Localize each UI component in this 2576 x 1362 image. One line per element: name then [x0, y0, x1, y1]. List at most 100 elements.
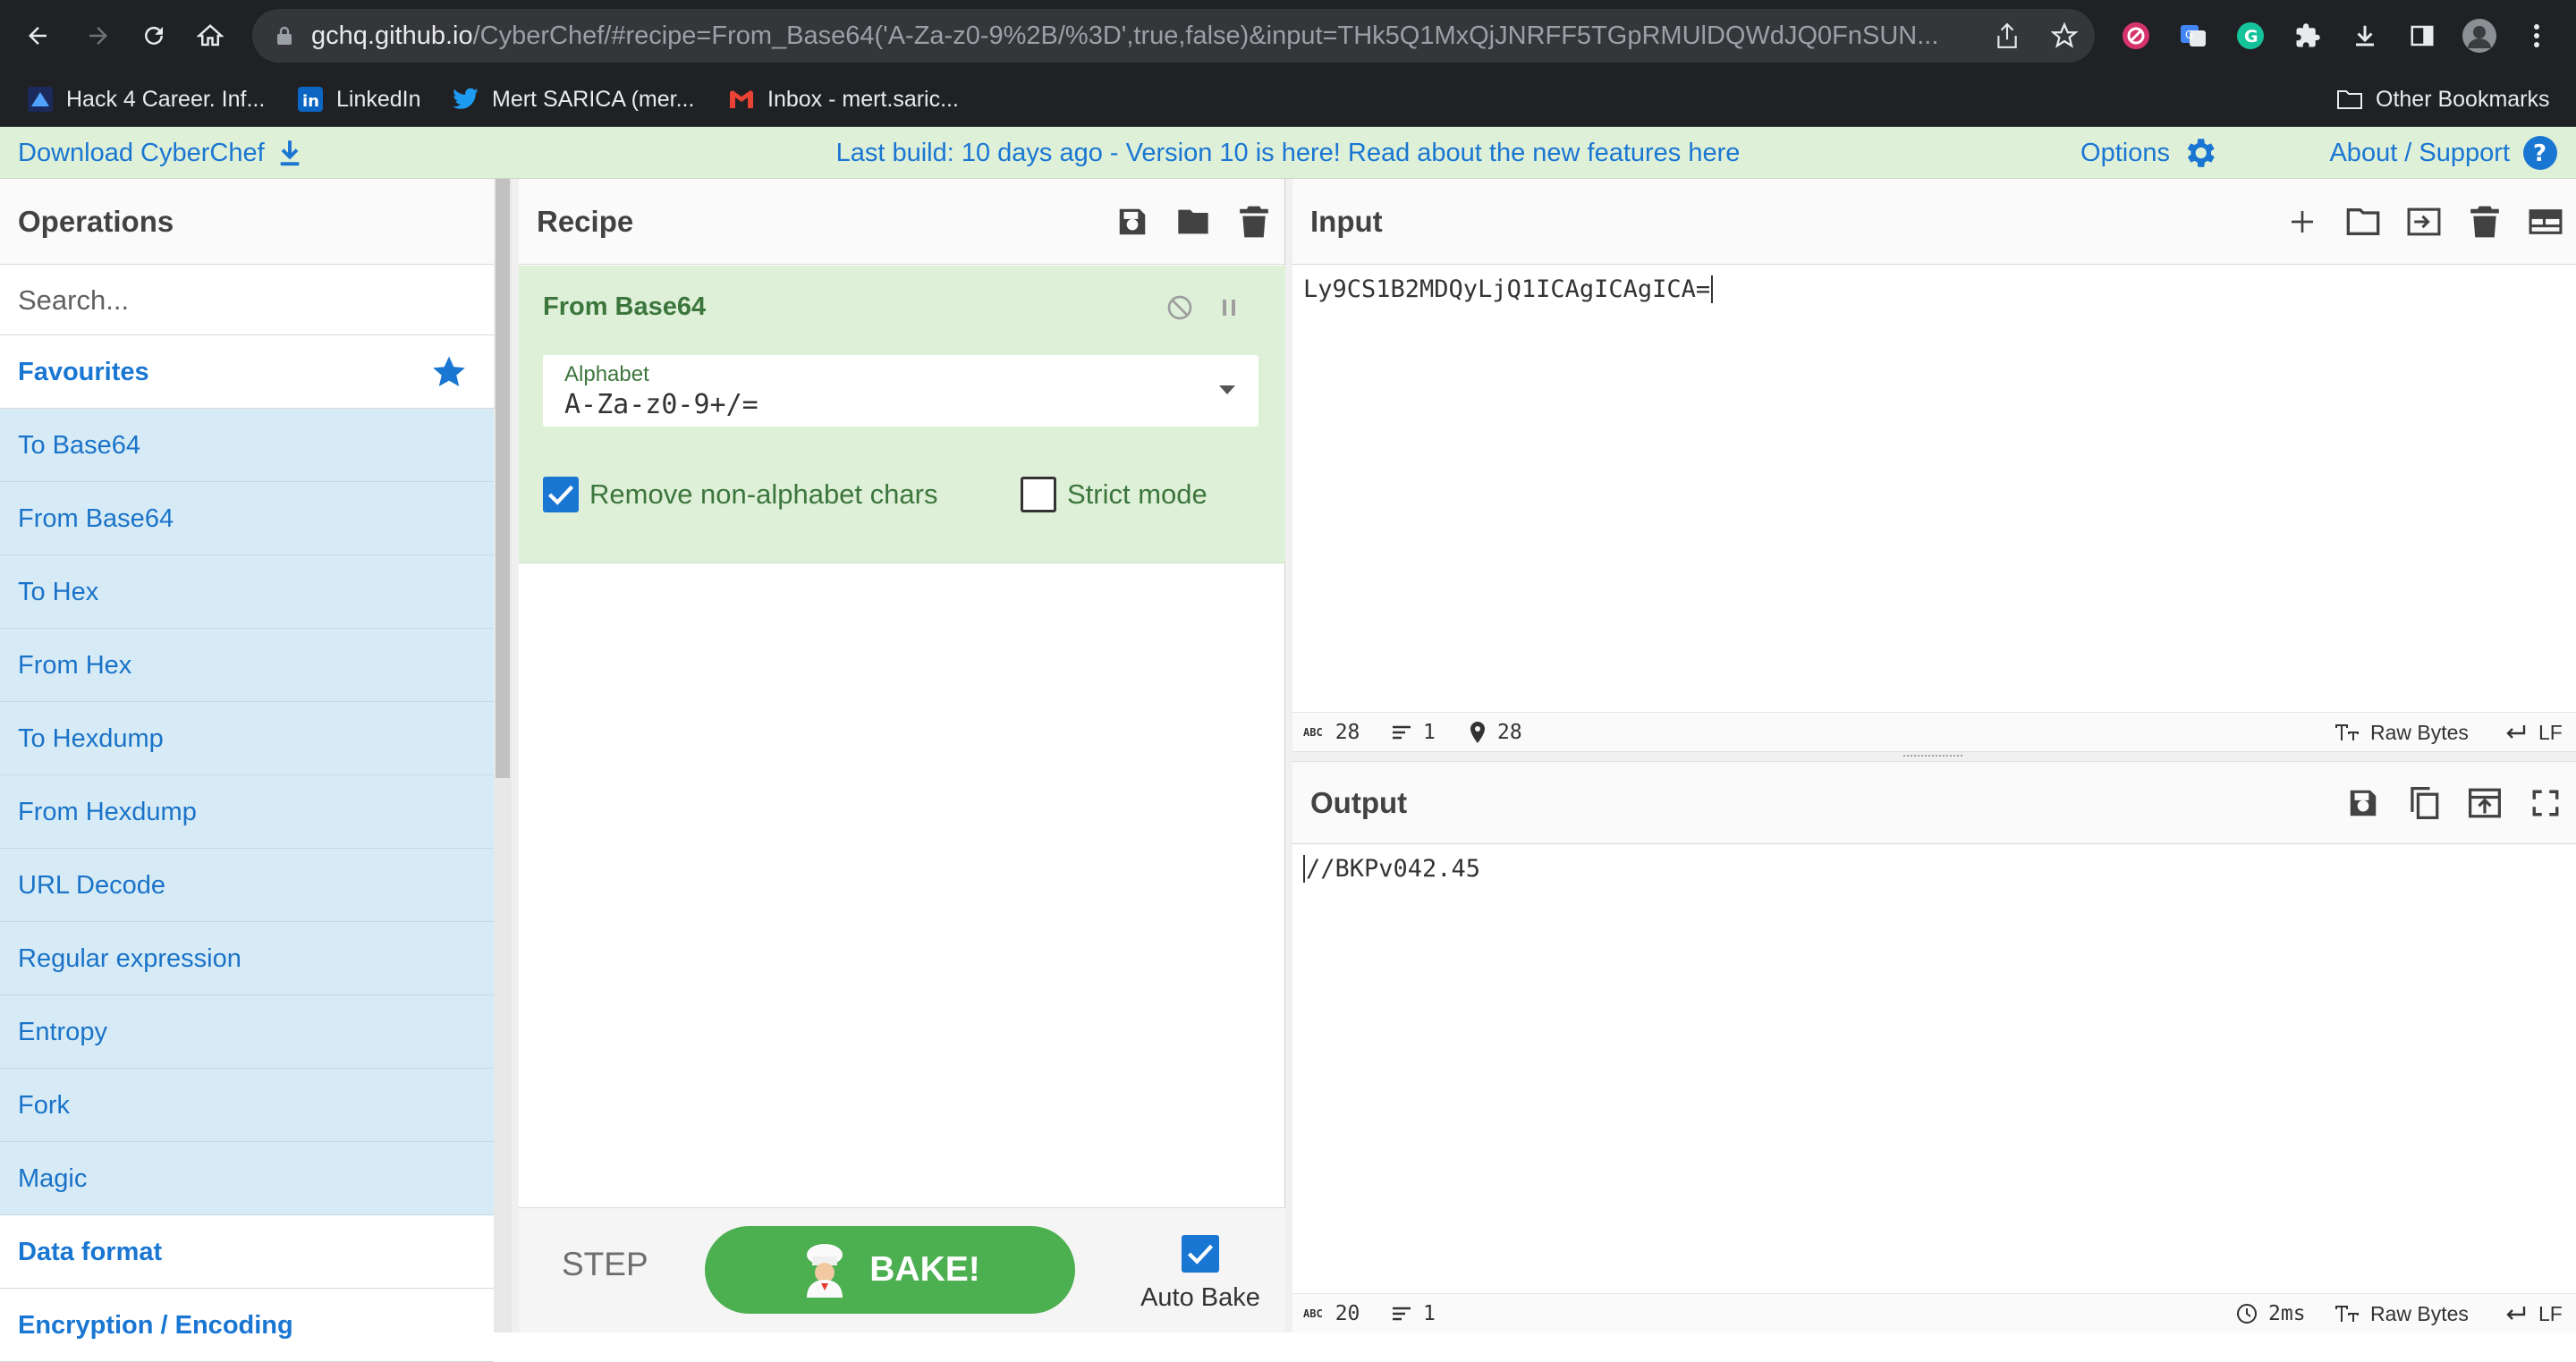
- op-entropy[interactable]: Entropy: [0, 995, 494, 1069]
- output-eol-button[interactable]: LF: [2504, 1294, 2563, 1333]
- search-input[interactable]: [0, 266, 494, 334]
- checkbox-checked-icon[interactable]: [543, 477, 579, 512]
- translate-extension-icon[interactable]: G: [2175, 18, 2211, 54]
- options-button[interactable]: Options: [2080, 127, 2218, 179]
- banner-here-link[interactable]: here: [1688, 139, 1740, 167]
- recipe-io-divider[interactable]: [1285, 179, 1292, 1332]
- recipe-toolbar: [1089, 204, 1272, 240]
- auto-bake-checkbox[interactable]: [1182, 1235, 1219, 1273]
- input-encoding-button[interactable]: Raw Bytes: [2334, 713, 2469, 752]
- op-to-base64[interactable]: To Base64: [0, 409, 494, 482]
- resize-grip[interactable]: [1903, 755, 1962, 758]
- browser-toolbar: gchq.github.io/CyberChef/#recipe=From_Ba…: [0, 0, 2576, 72]
- output-text[interactable]: //BKPv042.45: [1303, 855, 1480, 883]
- operations-scrollbar[interactable]: [494, 179, 512, 1332]
- grammarly-icon[interactable]: G: [2233, 18, 2268, 54]
- back-button[interactable]: [20, 18, 55, 54]
- clear-recipe-icon[interactable]: [1236, 204, 1272, 240]
- input-statusbar: ABC 28 1 28 Raw Bytes LF: [1292, 712, 2576, 751]
- open-folder-icon[interactable]: [2345, 204, 2381, 240]
- input-line-count: 1: [1391, 713, 1436, 752]
- op-regular-expression[interactable]: Regular expression: [0, 922, 494, 995]
- op-fork[interactable]: Fork: [0, 1069, 494, 1142]
- category-favourites[interactable]: Favourites: [0, 335, 494, 409]
- download-icon[interactable]: [2347, 18, 2383, 54]
- bookmark-linkedin[interactable]: in LinkedIn: [297, 72, 421, 127]
- other-bookmarks[interactable]: Other Bookmarks: [2336, 72, 2550, 127]
- open-file-icon[interactable]: [2406, 204, 2442, 240]
- bookmark-star-icon[interactable]: [2046, 18, 2082, 54]
- recipe-op-name: From Base64: [543, 292, 707, 321]
- category-data-format[interactable]: Data format: [0, 1215, 494, 1289]
- reload-button[interactable]: [136, 18, 172, 54]
- lines-icon: [1391, 1305, 1423, 1323]
- save-output-icon[interactable]: [2345, 785, 2381, 821]
- output-statusbar: ABC 20 1 2ms Raw Bytes LF: [1292, 1293, 2576, 1332]
- address-bar[interactable]: gchq.github.io/CyberChef/#recipe=From_Ba…: [252, 9, 2095, 63]
- clear-input-icon[interactable]: [2467, 204, 2503, 240]
- load-recipe-icon[interactable]: [1175, 204, 1211, 240]
- replace-input-icon[interactable]: [2467, 785, 2503, 821]
- text-cursor: [1303, 855, 1305, 883]
- op-magic[interactable]: Magic: [0, 1142, 494, 1215]
- download-cyberchef-link[interactable]: Download CyberChef: [18, 127, 302, 179]
- hack4career-icon: [27, 86, 54, 113]
- browser-menu-icon[interactable]: [2519, 18, 2555, 54]
- op-from-hex[interactable]: From Hex: [0, 629, 494, 702]
- reset-layout-icon[interactable]: [2528, 204, 2563, 240]
- recipe-header: Recipe: [519, 179, 1284, 265]
- op-url-decode[interactable]: URL Decode: [0, 849, 494, 922]
- output-encoding-button[interactable]: Raw Bytes: [2334, 1294, 2469, 1333]
- scrollbar-thumb[interactable]: [496, 179, 510, 778]
- input-char-count: ABC 28: [1303, 721, 1360, 744]
- input-toolbar: [2259, 204, 2563, 240]
- strict-mode-checkbox[interactable]: Strict mode: [1021, 477, 1208, 512]
- copy-output-icon[interactable]: [2406, 785, 2442, 821]
- breakpoint-pause-icon[interactable]: [1214, 292, 1244, 323]
- gmail-icon: [728, 86, 755, 113]
- bookmark-hack4career[interactable]: Hack 4 Career. Inf...: [27, 72, 265, 127]
- privacy-extension-icon[interactable]: [2118, 18, 2154, 54]
- chef-icon: [800, 1242, 850, 1298]
- step-button[interactable]: STEP: [562, 1246, 648, 1283]
- add-tab-icon[interactable]: [2284, 204, 2320, 240]
- extensions-puzzle-icon[interactable]: [2290, 18, 2326, 54]
- text-format-icon: [2334, 1304, 2370, 1324]
- op-to-hexdump[interactable]: To Hexdump: [0, 702, 494, 775]
- lines-icon: [1391, 723, 1423, 741]
- disable-op-icon[interactable]: [1165, 292, 1195, 323]
- auto-bake-toggle[interactable]: Auto Bake: [1129, 1235, 1272, 1313]
- svg-text:G: G: [2244, 27, 2258, 47]
- input-eol-button[interactable]: LF: [2504, 713, 2563, 752]
- home-button[interactable]: [192, 18, 228, 54]
- operations-search[interactable]: [0, 266, 494, 335]
- recipe-op-from-base64[interactable]: From Base64 Alphabet A-Za-z0-9+/= Remove…: [519, 266, 1285, 563]
- category-encryption-encoding[interactable]: Encryption / Encoding: [0, 1289, 494, 1362]
- favourites-list: To Base64 From Base64 To Hex From Hex To…: [0, 409, 494, 1215]
- alphabet-select[interactable]: Alphabet A-Za-z0-9+/=: [543, 355, 1258, 427]
- output-title: Output: [1310, 786, 1408, 819]
- remove-non-alphabet-checkbox[interactable]: Remove non-alphabet chars: [543, 477, 937, 512]
- op-from-hexdump[interactable]: From Hexdump: [0, 775, 494, 849]
- save-recipe-icon[interactable]: [1114, 204, 1150, 240]
- checkbox-empty-icon[interactable]: [1021, 477, 1056, 512]
- input-output-divider[interactable]: [1292, 751, 2576, 762]
- side-panel-icon[interactable]: [2404, 18, 2440, 54]
- profile-avatar[interactable]: [2462, 18, 2497, 54]
- text-cursor: [1711, 275, 1714, 303]
- forward-button[interactable]: [80, 18, 116, 54]
- about-support-button[interactable]: About / Support ?: [2329, 127, 2558, 179]
- bake-button[interactable]: BAKE!: [705, 1226, 1075, 1314]
- input-textarea[interactable]: Ly9CS1B2MDQyLjQ1ICAgICAgICA=: [1303, 275, 1714, 303]
- bookmark-gmail[interactable]: Inbox - mert.saric...: [728, 72, 959, 127]
- op-to-hex[interactable]: To Hex: [0, 555, 494, 629]
- operations-title: Operations: [18, 205, 174, 238]
- ops-recipe-divider[interactable]: [512, 179, 519, 1332]
- bookmark-twitter[interactable]: Mert SARICA (mer...: [453, 72, 694, 127]
- share-icon[interactable]: [1989, 18, 2025, 54]
- auto-bake-label: Auto Bake: [1140, 1283, 1260, 1312]
- help-icon: ?: [2522, 135, 2558, 171]
- maximise-output-icon[interactable]: [2528, 785, 2563, 821]
- op-from-base64[interactable]: From Base64: [0, 482, 494, 555]
- output-line-count: 1: [1391, 1294, 1436, 1333]
